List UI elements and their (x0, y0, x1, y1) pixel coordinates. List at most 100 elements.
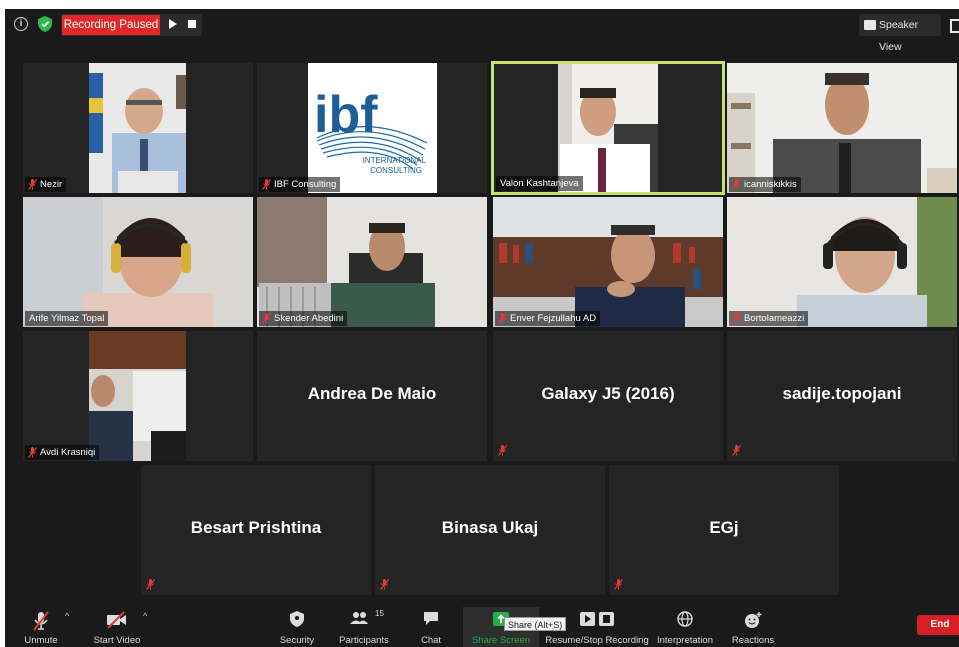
participants-count: 15 (375, 609, 384, 618)
share-screen-tooltip: Share (Alt+S) (504, 617, 567, 631)
meeting-window: i Recording Paused Speaker View Nezir ib… (5, 9, 959, 647)
participants-label: Participants (339, 635, 389, 646)
video-feed-avdi (23, 331, 253, 461)
participant-tile-valon-kashtanjeva[interactable]: Valon Kashtanjeva (491, 61, 725, 195)
participant-tile-arife-yilmaz-topal[interactable]: Arife Yilmaz Topal (23, 197, 253, 327)
recording-controls: Recording Paused (61, 14, 202, 36)
unmute-label: Unmute (24, 635, 58, 646)
participant-tile-enver-fejzullahu[interactable]: Enver Fejzullahu AD (493, 197, 723, 327)
reactions-label: Reactions (731, 635, 775, 646)
start-video-label: Start Video (93, 635, 141, 646)
participant-name: Arife Yilmaz Topal (29, 313, 105, 324)
participant-tile-sadije-topojani[interactable]: sadije.topojani (727, 331, 957, 461)
share-screen-label: Share Screen (471, 635, 531, 646)
start-video-button[interactable]: Start Video (89, 607, 145, 647)
speaker-view-label: Speaker View (879, 19, 919, 53)
speaker-view-icon (864, 20, 876, 30)
participant-display-name: sadije.topojani (782, 384, 902, 403)
video-feed-nezir (23, 63, 253, 193)
participant-display-name: EGj (709, 518, 739, 537)
ibf-logo-text: ibf (314, 86, 378, 144)
participant-tile-ibf-consulting[interactable]: ibf INTERNATIONAL CONSULTING IBF Consult… (257, 63, 487, 193)
muted-mic-icon (262, 179, 271, 190)
participant-tile-icanniskikkis[interactable]: icanniskikkis (727, 63, 957, 193)
participant-tile-avdi-krasniqi[interactable]: Avdi Krasniqi (23, 331, 253, 461)
participant-name: Avdi Krasniqi (40, 447, 96, 458)
muted-mic-icon (614, 579, 623, 590)
interpretation-button[interactable]: Interpretation (653, 607, 717, 647)
muted-mic-icon (732, 313, 741, 324)
participant-name: IBF Consulting (274, 179, 337, 190)
participant-tile-binasa-ukaj[interactable]: Binasa Ukaj (375, 465, 605, 595)
security-shield-icon (290, 611, 304, 627)
security-button[interactable]: Security (275, 607, 319, 647)
stop-recording-icon[interactable] (188, 20, 196, 28)
participant-tile-andrea-de-maio[interactable]: Andrea De Maio (257, 331, 487, 461)
meeting-top-bar: i Recording Paused Speaker View (5, 9, 959, 53)
audio-options-chevron-up-icon[interactable]: ^ (65, 611, 69, 621)
participants-icon (350, 612, 369, 624)
participant-name: Valon Kashtanjeva (500, 178, 579, 189)
video-feed-bortolameazzi (727, 197, 957, 327)
participant-name-tag: Skender Abedini (259, 311, 348, 326)
reactions-button[interactable]: Reactions (729, 607, 777, 647)
participants-button[interactable]: 15 Participants (335, 607, 393, 647)
muted-microphone-icon (33, 611, 49, 631)
speaker-view-button[interactable]: Speaker View (859, 14, 941, 53)
participant-display-name: Besart Prishtina (190, 518, 322, 537)
participant-tile-skender-abedini[interactable]: Skender Abedini (257, 197, 487, 327)
participant-name: Enver Fejzullahu AD (510, 313, 597, 324)
participant-tile-egj[interactable]: EGj (609, 465, 839, 595)
chat-label: Chat (420, 635, 442, 646)
participant-name-tag: Enver Fejzullahu AD (495, 311, 601, 326)
participant-name-tag: Valon Kashtanjeva (496, 176, 583, 191)
participant-name: Nezir (40, 179, 63, 190)
chat-bubble-icon (424, 612, 438, 625)
video-feed-arife (23, 197, 253, 327)
video-feed-icanniskikkis (727, 63, 957, 193)
video-options-chevron-up-icon[interactable]: ^ (143, 611, 147, 621)
participant-name: Skender Abedini (274, 313, 344, 324)
ibf-logo-subtitle-1: INTERNATIONAL (363, 156, 427, 165)
participant-name-tag: Bortolameazzi (729, 311, 809, 326)
participant-name: Bortolameazzi (744, 313, 805, 324)
participant-tile-nezir[interactable]: Nezir (23, 63, 253, 193)
participant-display-name: Binasa Ukaj (441, 518, 539, 537)
unmute-button[interactable]: Unmute (19, 607, 63, 647)
muted-mic-icon (262, 313, 271, 324)
participant-name-tag: Avdi Krasniqi (25, 445, 100, 460)
muted-mic-icon (498, 445, 507, 456)
recording-label: Resume/Stop Recording (545, 635, 649, 646)
participant-name-tag: icanniskikkis (729, 177, 801, 192)
participant-display-name: Andrea De Maio (307, 384, 437, 403)
fullscreen-icon[interactable] (950, 19, 959, 33)
participant-name: icanniskikkis (744, 179, 797, 190)
meeting-toolbar: Unmute ^ Start Video ^ Security 15 Parti… (5, 605, 959, 647)
participant-name-tag: Nezir (25, 177, 67, 192)
muted-mic-icon (28, 179, 37, 190)
video-feed-skender (257, 197, 487, 327)
security-label: Security (279, 635, 315, 646)
muted-mic-icon (146, 579, 155, 590)
participant-name-tag: Arife Yilmaz Topal (25, 311, 109, 326)
chat-button[interactable]: Chat (411, 607, 451, 647)
video-feed-valon (494, 64, 722, 192)
muted-mic-icon (380, 579, 389, 590)
muted-mic-icon (732, 445, 741, 456)
participant-tile-besart-prishtina[interactable]: Besart Prishtina (141, 465, 371, 595)
emoji-reaction-icon (745, 612, 762, 628)
video-off-icon (107, 611, 126, 629)
recording-status: Recording Paused (62, 15, 160, 35)
ibf-logo-subtitle-2: CONSULTING (370, 166, 422, 175)
info-icon[interactable]: i (14, 17, 28, 31)
end-meeting-button[interactable]: End (917, 615, 959, 635)
resume-recording-icon[interactable] (169, 19, 177, 29)
globe-icon (677, 611, 693, 627)
participant-tile-galaxy-j5[interactable]: Galaxy J5 (2016) (493, 331, 723, 461)
participant-tile-bortolameazzi[interactable]: Bortolameazzi (727, 197, 957, 327)
muted-mic-icon (732, 179, 741, 190)
encryption-shield-icon[interactable] (38, 16, 52, 32)
interpretation-label: Interpretation (657, 635, 713, 646)
ibf-consulting-logo: ibf INTERNATIONAL CONSULTING (257, 63, 487, 193)
video-feed-enver (493, 197, 723, 327)
